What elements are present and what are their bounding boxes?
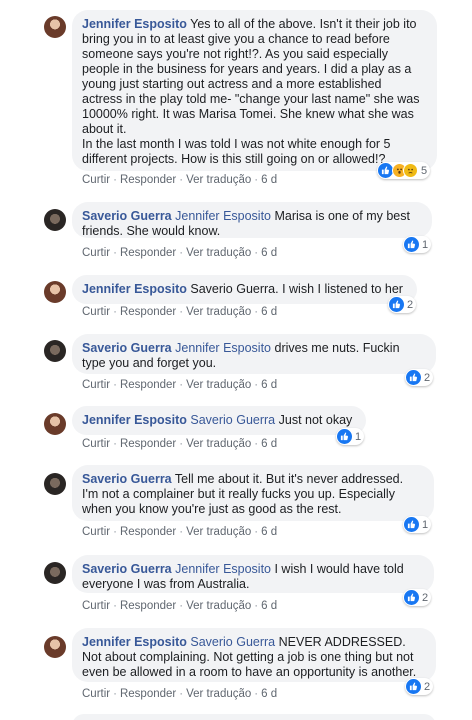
comment-bubble: Jennifer Esposito Yes to all of the abov… [72,10,437,171]
mention-link[interactable]: Jennifer Esposito [175,341,271,355]
like-link[interactable]: Curtir [82,174,110,186]
comment-actions: Curtir · Responder · Ver tradução · 6 d [82,526,278,538]
like-icon [404,517,419,532]
reaction-summary[interactable]: 2 [403,589,432,606]
reaction-summary[interactable]: 2 [388,296,417,313]
comment-bubble: Saverio Guerra Tell me about it. But it'… [72,465,434,521]
like-icon [378,163,393,178]
reaction-summary[interactable]: 1 [403,516,432,533]
reply-link[interactable]: Responder [120,438,176,450]
reply-link[interactable]: Responder [120,379,176,391]
like-icon [404,590,419,605]
reaction-summary[interactable]: 2 [405,369,434,386]
comment-actions: Curtir · Responder · Ver tradução · 6 d [82,379,278,391]
like-icon [389,297,404,312]
reply-link[interactable]: Responder [120,306,176,318]
timestamp[interactable]: 6 d [261,688,277,700]
reaction-count: 1 [422,518,429,531]
comment-actions: Curtir · Responder · Ver tradução · 6 d [82,247,278,259]
avatar[interactable] [44,281,66,303]
reply-link[interactable]: Responder [120,526,176,538]
comment-actions: Curtir · Responder · Ver tradução · 6 d [82,174,278,186]
mention-link[interactable]: Jennifer Esposito [175,209,271,223]
reaction-count: 1 [422,238,429,251]
translation-link[interactable]: Ver tradução [186,688,251,700]
avatar[interactable] [44,562,66,584]
like-link[interactable]: Curtir [82,306,110,318]
comment-author[interactable]: Jennifer Esposito [82,17,187,31]
like-link[interactable]: Curtir [82,688,110,700]
like-icon [406,679,421,694]
translation-link[interactable]: Ver tradução [186,174,251,186]
reaction-summary[interactable]: 2 [405,678,434,695]
comment-text: Just not okay [275,413,353,427]
reaction-summary[interactable]: 1 [336,428,365,445]
comment-author[interactable]: Saverio Guerra [82,209,172,223]
comment-actions: Curtir · Responder · Ver tradução · 6 d [82,600,278,612]
mention-link[interactable]: Saverio Guerra [190,413,275,427]
avatar[interactable] [44,209,66,231]
reaction-count: 2 [422,591,429,604]
comment-actions: Curtir · Responder · Ver tradução · 6 d [82,688,278,700]
avatar[interactable] [44,413,66,435]
comment-bubble: Saverio Guerra Jennifer Esposito drives … [72,334,436,374]
next-comment-bubble [72,714,436,720]
timestamp[interactable]: 6 d [261,306,277,318]
like-link[interactable]: Curtir [82,379,110,391]
mention-link[interactable]: Jennifer Esposito [175,562,271,576]
like-icon [337,429,352,444]
avatar[interactable] [44,473,66,495]
mention-link[interactable]: Saverio Guerra [190,635,275,649]
comment-actions: Curtir · Responder · Ver tradução · 6 d [82,438,278,450]
translation-link[interactable]: Ver tradução [186,600,251,612]
avatar[interactable] [44,340,66,362]
avatar[interactable] [44,636,66,658]
translation-link[interactable]: Ver tradução [186,438,251,450]
like-link[interactable]: Curtir [82,526,110,538]
reply-link[interactable]: Responder [120,247,176,259]
reaction-count: 2 [424,371,431,384]
comment-author[interactable]: Saverio Guerra [82,562,172,576]
reaction-count: 5 [421,164,428,177]
comment-author[interactable]: Jennifer Esposito [82,282,187,296]
like-icon [406,370,421,385]
translation-link[interactable]: Ver tradução [186,306,251,318]
comment-text: Yes to all of the above. Isn't it their … [82,17,420,166]
comment-bubble: Jennifer Esposito Saverio Guerra NEVER A… [72,628,436,682]
comment-author[interactable]: Saverio Guerra [82,341,172,355]
reaction-summary[interactable]: 1 [403,236,432,253]
translation-link[interactable]: Ver tradução [186,379,251,391]
reaction-count: 1 [355,430,362,443]
timestamp[interactable]: 6 d [261,247,277,259]
comment-author[interactable]: Jennifer Esposito [82,635,187,649]
reply-link[interactable]: Responder [120,688,176,700]
reply-link[interactable]: Responder [120,600,176,612]
reply-link[interactable]: Responder [120,174,176,186]
timestamp[interactable]: 6 d [261,174,277,186]
timestamp[interactable]: 6 d [261,379,277,391]
translation-link[interactable]: Ver tradução [186,526,251,538]
comment-bubble: Saverio Guerra Jennifer Esposito Marisa … [72,202,432,238]
timestamp[interactable]: 6 d [261,600,277,612]
comment-bubble: Jennifer Esposito Saverio Guerra. I wish… [72,275,417,304]
comment-text: Saverio Guerra. I wish I listened to her [190,282,403,296]
like-link[interactable]: Curtir [82,438,110,450]
avatar[interactable] [44,16,66,38]
comment-author[interactable]: Jennifer Esposito [82,413,187,427]
comment-bubble: Saverio Guerra Jennifer Esposito I wish … [72,555,434,593]
reaction-count: 2 [424,680,431,693]
comment-actions: Curtir · Responder · Ver tradução · 6 d [82,306,278,318]
like-icon [404,237,419,252]
timestamp[interactable]: 6 d [261,438,277,450]
like-link[interactable]: Curtir [82,600,110,612]
comment-bubble: Jennifer Esposito Saverio Guerra Just no… [72,406,366,435]
comment-author[interactable]: Saverio Guerra [82,472,172,486]
timestamp[interactable]: 6 d [261,526,277,538]
reaction-count: 2 [407,298,414,311]
reaction-summary[interactable]: 5 [377,162,431,179]
sad-icon [403,163,418,178]
translation-link[interactable]: Ver tradução [186,247,251,259]
like-link[interactable]: Curtir [82,247,110,259]
